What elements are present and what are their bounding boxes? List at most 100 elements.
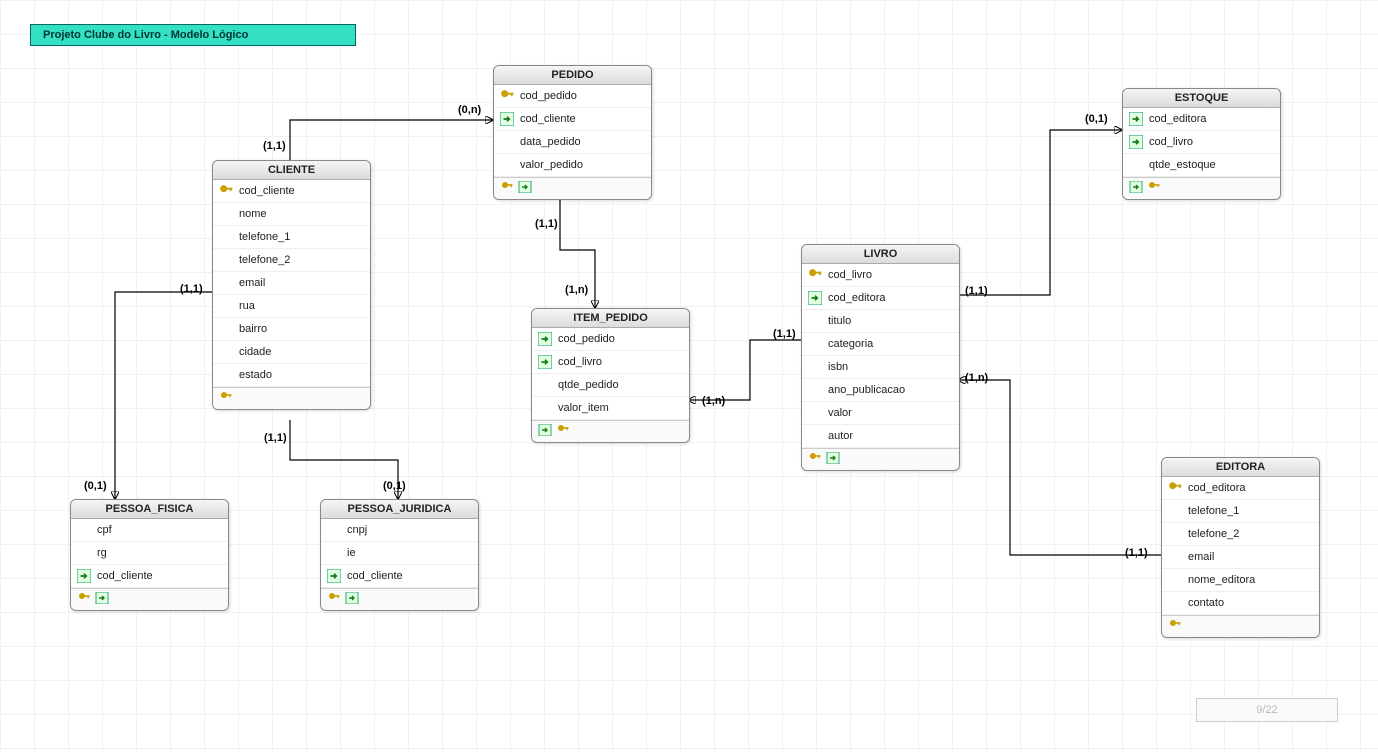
- attr-icon: [1129, 158, 1143, 172]
- entity-header[interactable]: EDITORA: [1162, 458, 1319, 477]
- attribute-label: cidade: [239, 346, 271, 358]
- foreign-key-icon: [808, 291, 822, 305]
- attribute-row[interactable]: valor_item: [532, 397, 689, 420]
- attribute-label: estado: [239, 369, 272, 381]
- attribute-label: valor_item: [558, 402, 609, 414]
- entity-estoque[interactable]: ESTOQUEcod_editora cod_livro qtde_estoque: [1122, 88, 1281, 200]
- foreign-key-icon: [518, 181, 532, 196]
- foreign-key-icon: [77, 569, 91, 583]
- attribute-label: titulo: [828, 315, 851, 327]
- attribute-row[interactable]: contato: [1162, 592, 1319, 615]
- attr-icon: [327, 546, 341, 560]
- entity-editora[interactable]: EDITORAcod_editora telefone_1 telefone_2em…: [1161, 457, 1320, 638]
- cardinality-label: (1,1): [963, 285, 990, 297]
- attribute-row[interactable]: telefone_1: [1162, 500, 1319, 523]
- attribute-row[interactable]: estado: [213, 364, 370, 387]
- attribute-row[interactable]: cod_cliente: [213, 180, 370, 203]
- attribute-row[interactable]: valor_pedido: [494, 154, 651, 177]
- attribute-label: data_pedido: [520, 136, 581, 148]
- primary-key-icon: [327, 592, 341, 607]
- attribute-row[interactable]: nome_editora: [1162, 569, 1319, 592]
- entity-header[interactable]: LIVRO: [802, 245, 959, 264]
- attribute-row[interactable]: cod_cliente: [71, 565, 228, 588]
- attribute-label: cod_cliente: [347, 570, 403, 582]
- attribute-row[interactable]: isbn: [802, 356, 959, 379]
- entity-pessoa_fisica[interactable]: PESSOA_FISICAcpfrg cod_cliente: [70, 499, 229, 611]
- attribute-row[interactable]: qtde_pedido: [532, 374, 689, 397]
- entity-header[interactable]: ESTOQUE: [1123, 89, 1280, 108]
- cardinality-label: (0,1): [381, 480, 408, 492]
- attribute-row[interactable]: cod_livro: [1123, 131, 1280, 154]
- attribute-row[interactable]: ie: [321, 542, 478, 565]
- attribute-label: email: [1188, 551, 1214, 563]
- attribute-label: rua: [239, 300, 255, 312]
- attribute-row[interactable]: telefone_2: [213, 249, 370, 272]
- attr-icon: [219, 322, 233, 336]
- attr-icon: [77, 546, 91, 560]
- foreign-key-icon: [345, 592, 359, 607]
- attribute-row[interactable]: cod_pedido: [532, 328, 689, 351]
- page-counter-text: 9/22: [1256, 704, 1277, 716]
- cardinality-label: (1,n): [700, 395, 727, 407]
- cardinality-label: (1,1): [771, 328, 798, 340]
- attribute-row[interactable]: cod_livro: [802, 264, 959, 287]
- attribute-row[interactable]: cod_cliente: [494, 108, 651, 131]
- attribute-row[interactable]: ano_publicacao: [802, 379, 959, 402]
- attribute-row[interactable]: categoria: [802, 333, 959, 356]
- attribute-row[interactable]: titulo: [802, 310, 959, 333]
- entity-livro[interactable]: LIVROcod_livrocod_editoratitulo categoria…: [801, 244, 960, 471]
- primary-key-icon: [219, 184, 233, 198]
- attr-icon: [538, 378, 552, 392]
- foreign-key-icon: [538, 424, 552, 439]
- entity-item_pedido[interactable]: ITEM_PEDIDOcod_pedidocod_livroqtde_pedid…: [531, 308, 690, 443]
- cardinality-label: (0,n): [456, 104, 483, 116]
- attribute-row[interactable]: cod_editora: [802, 287, 959, 310]
- attribute-row[interactable]: rg: [71, 542, 228, 565]
- attribute-row[interactable]: email: [213, 272, 370, 295]
- entity-header[interactable]: CLIENTE: [213, 161, 370, 180]
- attribute-row[interactable]: email: [1162, 546, 1319, 569]
- foreign-key-icon: [327, 569, 341, 583]
- primary-key-icon: [1168, 619, 1182, 634]
- attr-icon: [808, 383, 822, 397]
- attribute-label: cod_cliente: [520, 113, 576, 125]
- entity-header[interactable]: PESSOA_FISICA: [71, 500, 228, 519]
- attribute-row[interactable]: cod_pedido: [494, 85, 651, 108]
- attribute-label: isbn: [828, 361, 848, 373]
- entity-header[interactable]: PEDIDO: [494, 66, 651, 85]
- attribute-row[interactable]: cod_editora: [1162, 477, 1319, 500]
- attribute-label: cod_cliente: [97, 570, 153, 582]
- attribute-label: telefone_1: [1188, 505, 1239, 517]
- cardinality-label: (0,1): [82, 480, 109, 492]
- attr-icon: [538, 401, 552, 415]
- attribute-row[interactable]: cidade: [213, 341, 370, 364]
- attribute-row[interactable]: bairro: [213, 318, 370, 341]
- cardinality-label: (1,1): [1123, 547, 1150, 559]
- attribute-label: cod_livro: [1149, 136, 1193, 148]
- entity-footer: [1123, 177, 1280, 199]
- attribute-row[interactable]: valor: [802, 402, 959, 425]
- entity-cliente[interactable]: CLIENTEcod_clientenometelefone_1telefone…: [212, 160, 371, 410]
- attribute-row[interactable]: data_pedido: [494, 131, 651, 154]
- attribute-row[interactable]: cpf: [71, 519, 228, 542]
- entity-pessoa_juridica[interactable]: PESSOA_JURIDICAcnpjie cod_cliente: [320, 499, 479, 611]
- entity-header[interactable]: ITEM_PEDIDO: [532, 309, 689, 328]
- attribute-row[interactable]: telefone_1: [213, 226, 370, 249]
- attr-icon: [808, 406, 822, 420]
- attr-icon: [219, 345, 233, 359]
- attribute-row[interactable]: cod_editora: [1123, 108, 1280, 131]
- entity-header[interactable]: PESSOA_JURIDICA: [321, 500, 478, 519]
- attribute-row[interactable]: qtde_estoque: [1123, 154, 1280, 177]
- primary-key-icon: [556, 424, 570, 439]
- entity-footer: [532, 420, 689, 442]
- primary-key-icon: [808, 452, 822, 467]
- attribute-row[interactable]: cnpj: [321, 519, 478, 542]
- attribute-row[interactable]: rua: [213, 295, 370, 318]
- attribute-row[interactable]: cod_cliente: [321, 565, 478, 588]
- attribute-row[interactable]: cod_livro: [532, 351, 689, 374]
- entity-footer: [1162, 615, 1319, 637]
- entity-pedido[interactable]: PEDIDOcod_pedido cod_cliente data_pedidova…: [493, 65, 652, 200]
- attribute-row[interactable]: nome: [213, 203, 370, 226]
- attribute-row[interactable]: telefone_2: [1162, 523, 1319, 546]
- attribute-row[interactable]: autor: [802, 425, 959, 448]
